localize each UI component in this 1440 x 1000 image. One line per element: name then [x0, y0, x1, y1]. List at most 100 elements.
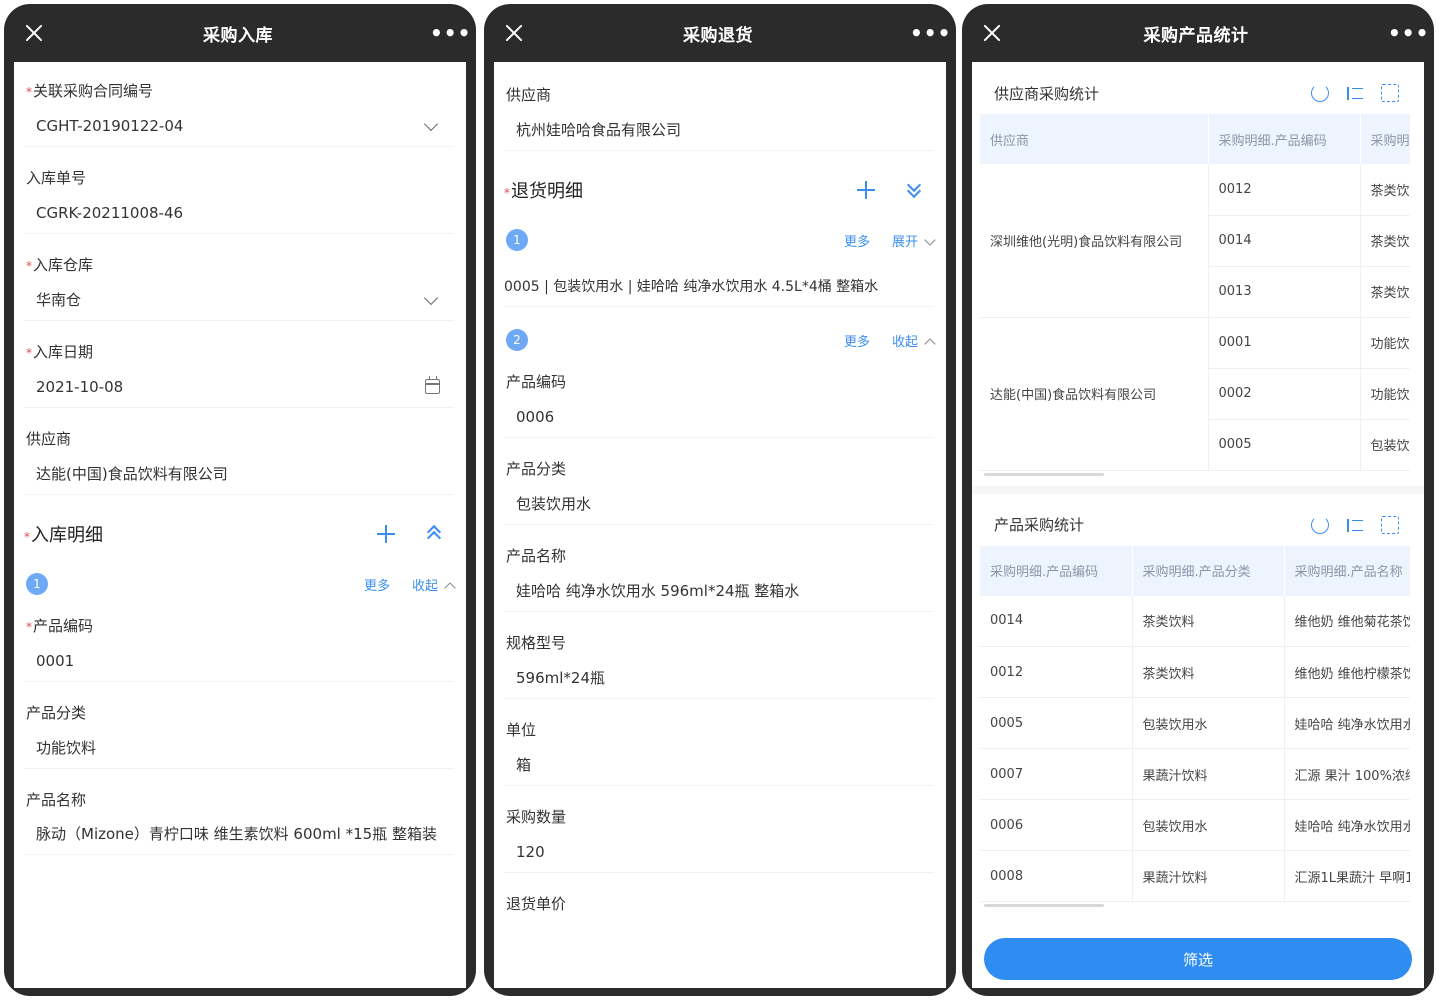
- product-code-value[interactable]: 0006: [504, 397, 934, 438]
- product-name-value[interactable]: 脉动（Mizone）青柠口味 维生素饮料 600ml *15瓶 整箱装: [24, 815, 454, 855]
- table-cell: 娃哈哈 纯净水饮用水: [1284, 697, 1410, 749]
- date-picker[interactable]: 2021-10-08: [24, 367, 454, 408]
- table-cell: 0014: [980, 595, 1133, 647]
- expand-all-icon[interactable]: [904, 177, 924, 202]
- column-header[interactable]: 采购明细: [1360, 114, 1410, 164]
- table-cell: 包装饮用水: [1132, 799, 1285, 851]
- product-code-select[interactable]: 0001: [24, 641, 454, 682]
- table-row[interactable]: 达能(中国)食品饮料有限公司 0001 功能饮料: [980, 317, 1410, 471]
- quantity-value[interactable]: 120: [504, 832, 934, 873]
- required-mark: *: [26, 85, 32, 99]
- section-return-detail: *退货明细: [504, 167, 934, 213]
- calendar-icon[interactable]: [425, 376, 440, 394]
- table-row[interactable]: 0007 果蔬汁饮料 汇源 果汁 100%浓缩: [980, 748, 1410, 800]
- phone-purchase-return: 采购退货 ••• 供应商 杭州娃哈哈食品有限公司 *退货明细 1 更多 展开 0…: [484, 4, 956, 996]
- more-link[interactable]: 更多: [844, 331, 870, 350]
- supplier-cell: 深圳维他(光明)食品饮料有限公司: [980, 164, 1209, 318]
- table-cell: 0012: [1208, 164, 1361, 216]
- product-category-value[interactable]: 包装饮用水: [504, 484, 934, 525]
- field-value: 达能(中国)食品饮料有限公司: [36, 465, 228, 483]
- inbound-no-input[interactable]: CGRK-20211008-46: [24, 193, 454, 234]
- column-header[interactable]: 采购明细.产品分类: [1132, 545, 1285, 596]
- more-options-icon[interactable]: •••: [910, 21, 950, 45]
- close-icon[interactable]: [980, 21, 1004, 45]
- table-row[interactable]: 0005 包装饮用水 娃哈哈 纯净水饮用水: [980, 697, 1410, 749]
- field-value: 596ml*24瓶: [516, 669, 605, 687]
- field-value: 2021-10-08: [36, 378, 124, 396]
- column-header[interactable]: 采购明细.产品编码: [980, 545, 1133, 596]
- field-inbound-no: 入库单号 CGRK-20211008-46: [24, 163, 454, 234]
- field-label: 产品名称: [506, 547, 567, 565]
- sort-icon[interactable]: [1346, 84, 1364, 102]
- supplier-value[interactable]: 杭州娃哈哈食品有限公司: [504, 110, 934, 151]
- item-index-badge: 1: [506, 229, 528, 251]
- chevron-down-icon: [924, 233, 936, 246]
- field-unit: 单位 箱: [504, 715, 934, 786]
- column-header[interactable]: 采购明细.产品名称: [1284, 545, 1410, 596]
- contract-select[interactable]: CGHT-20190122-04: [24, 106, 454, 147]
- table-row[interactable]: 0014 茶类饮料 维他奶 维他菊花茶饮料: [980, 595, 1410, 647]
- item-summary[interactable]: 0005 | 包装饮用水 | 娃哈哈 纯净水饮用水 4.5L*4桶 整箱水: [504, 267, 934, 307]
- product-category-value[interactable]: 功能饮料: [24, 728, 454, 769]
- unit-value[interactable]: 箱: [504, 745, 934, 786]
- refresh-icon[interactable]: [1311, 84, 1329, 102]
- chevron-up-icon: [924, 337, 936, 350]
- table-cell: 茶类饮料: [1132, 595, 1285, 647]
- table-cell: 娃哈哈 纯净水饮用水: [1284, 799, 1410, 851]
- product-name-value[interactable]: 娃哈哈 纯净水饮用水 596ml*24瓶 整箱水: [504, 571, 934, 612]
- collapse-all-icon[interactable]: [424, 522, 444, 546]
- table-cell: 0008: [980, 850, 1133, 902]
- more-link[interactable]: 更多: [364, 575, 390, 594]
- field-value: 0006: [516, 408, 555, 426]
- expand-link[interactable]: 展开: [892, 231, 936, 250]
- table-cell: 0012: [980, 646, 1133, 698]
- close-icon[interactable]: [22, 21, 46, 45]
- field-value: 杭州娃哈哈食品有限公司: [516, 121, 682, 139]
- item-index-badge: 1: [26, 573, 48, 595]
- sort-icon[interactable]: [1346, 516, 1364, 534]
- column-header[interactable]: 采购明细.产品编码: [1208, 114, 1361, 164]
- close-icon[interactable]: [502, 21, 526, 45]
- table-cell: 0005: [1208, 419, 1361, 471]
- table-cell: 茶类饮料: [1360, 266, 1410, 318]
- fullscreen-icon[interactable]: [1381, 515, 1399, 534]
- chevron-up-icon: [444, 581, 456, 594]
- warehouse-select[interactable]: 华南仓: [24, 280, 454, 321]
- table-wrapper[interactable]: 供应商 采购明细.产品编码 采购明细 深圳维他(光明)食品饮料有限公司 0012…: [980, 114, 1410, 471]
- column-header[interactable]: 供应商: [980, 114, 1209, 164]
- add-icon[interactable]: [374, 522, 398, 546]
- field-product-name: 产品名称 娃哈哈 纯净水饮用水 596ml*24瓶 整箱水: [504, 541, 934, 612]
- field-spec: 规格型号 596ml*24瓶: [504, 628, 934, 699]
- more-options-icon[interactable]: •••: [1388, 21, 1428, 45]
- table-row[interactable]: 0008 果蔬汁饮料 汇源1L果蔬汁 早啊1: [980, 850, 1410, 902]
- field-label: 产品分类: [506, 460, 567, 478]
- table-cell: 0014: [1208, 215, 1361, 267]
- required-mark: *: [504, 186, 510, 200]
- field-label: 产品编码: [33, 617, 94, 635]
- more-link[interactable]: 更多: [844, 231, 870, 250]
- more-options-icon[interactable]: •••: [430, 21, 470, 45]
- refresh-icon[interactable]: [1311, 515, 1329, 534]
- section-title: 退货明细: [511, 181, 583, 202]
- product-stats-table: 采购明细.产品编码 采购明细.产品分类 采购明细.产品名称 0014 茶类饮料 …: [980, 545, 1410, 902]
- table-cell: 0007: [980, 748, 1133, 800]
- field-product-code: 产品编码 0006: [504, 367, 934, 438]
- table-wrapper[interactable]: 采购明细.产品编码 采购明细.产品分类 采购明细.产品名称 0014 茶类饮料 …: [980, 545, 1410, 902]
- horizontal-scrollbar[interactable]: [984, 904, 1104, 907]
- table-row[interactable]: 0006 包装饮用水 娃哈哈 纯净水饮用水: [980, 799, 1410, 851]
- field-value: 0001: [36, 652, 75, 670]
- field-label: 关联采购合同编号: [33, 82, 154, 100]
- spec-value[interactable]: 596ml*24瓶: [504, 658, 934, 699]
- table-row[interactable]: 深圳维他(光明)食品饮料有限公司 0012 茶类饮料: [980, 164, 1410, 318]
- fullscreen-icon[interactable]: [1381, 84, 1399, 102]
- filter-button[interactable]: 筛选: [984, 938, 1412, 980]
- table-row[interactable]: 0012 茶类饮料 维他奶 维他柠檬茶饮料: [980, 646, 1410, 698]
- collapse-link[interactable]: 收起: [412, 575, 456, 594]
- field-value: 娃哈哈 纯净水饮用水 596ml*24瓶 整箱水: [516, 582, 800, 600]
- required-mark: *: [26, 346, 32, 360]
- required-mark: *: [24, 530, 30, 544]
- add-icon[interactable]: [854, 178, 878, 202]
- collapse-link[interactable]: 收起: [892, 331, 936, 350]
- horizontal-scrollbar[interactable]: [984, 472, 1104, 476]
- supplier-value[interactable]: 达能(中国)食品饮料有限公司: [24, 454, 454, 495]
